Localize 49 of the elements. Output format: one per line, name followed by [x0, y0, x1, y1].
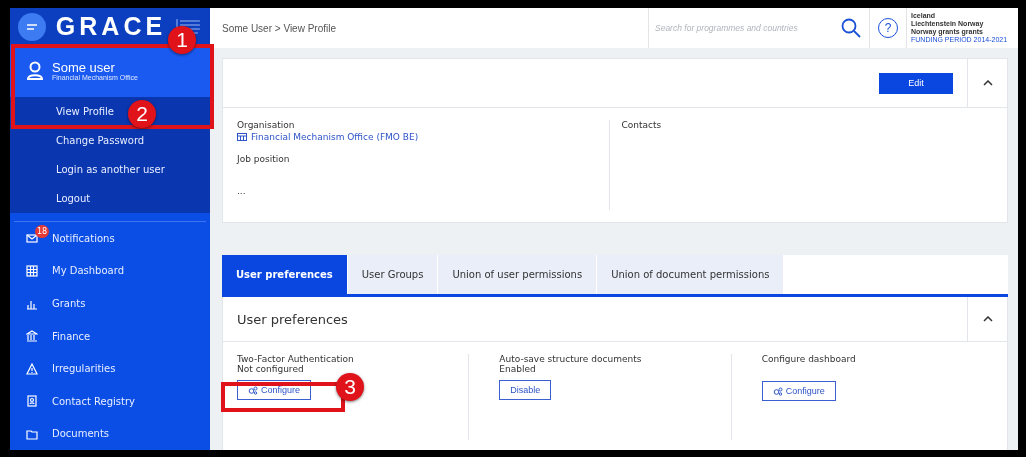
menu-button[interactable] — [18, 12, 46, 41]
collapse-icon — [982, 316, 993, 322]
menu-icon — [25, 22, 38, 31]
nav-item[interactable]: Irregularities — [10, 352, 210, 385]
notification-badge: 18 — [35, 225, 49, 239]
nav-item[interactable]: Contact Registry — [10, 384, 210, 418]
breadcrumb: Some User > View Profile — [221, 22, 338, 34]
nav-item[interactable]: My Dashboard — [10, 254, 210, 288]
warning-icon — [26, 362, 38, 375]
bank-icon — [26, 330, 38, 343]
gears-icon — [248, 385, 258, 395]
building-icon — [237, 133, 247, 141]
nav-item[interactable]: Documents — [10, 417, 210, 450]
preference-status: Enabled — [499, 364, 536, 374]
grid-icon — [26, 264, 38, 277]
user-menu-item[interactable]: Login as another user — [56, 157, 165, 181]
preference-label: Auto-save structure documents — [499, 354, 642, 364]
tab[interactable]: User preferences — [222, 255, 348, 294]
preference-status: Not configured — [237, 364, 304, 374]
preference-button[interactable]: Disable — [499, 380, 552, 400]
collapse-icon — [982, 80, 993, 86]
edit-button[interactable]: Edit — [879, 72, 953, 94]
organisation-link[interactable]: Financial Mechanism Office (FMO BE) — [237, 132, 609, 142]
user-menu-item[interactable]: View Profile — [56, 99, 114, 123]
section-title: User preferences — [236, 311, 349, 327]
field-label: Organisation — [237, 120, 296, 130]
tab[interactable]: Union of document permissions — [597, 255, 785, 294]
help-button[interactable]: ? — [878, 18, 898, 38]
preference-label: Two-Factor Authentication — [237, 354, 354, 364]
search-icon — [841, 18, 861, 38]
tab[interactable]: Union of user permissions — [438, 255, 598, 294]
user-menu-item[interactable]: Change Password — [56, 128, 145, 152]
user-menu-item[interactable]: Logout — [56, 186, 91, 210]
nav-item[interactable]: 18 Notifications — [10, 222, 210, 255]
preference-label: Configure dashboard — [761, 354, 856, 364]
mail-icon — [26, 232, 38, 245]
user-name[interactable]: Some user — [52, 61, 138, 75]
brand-logo: GRACE — [55, 12, 167, 42]
field-label: Job position — [237, 154, 291, 164]
preference-button[interactable]: Configure — [761, 381, 836, 401]
tab[interactable]: User Groups — [347, 255, 439, 294]
nav-item[interactable]: Grants — [10, 287, 210, 320]
field-value: ... — [237, 186, 247, 196]
user-icon — [26, 61, 44, 82]
field-label: Contacts — [621, 120, 663, 130]
gears-icon — [772, 386, 783, 396]
contact-card-icon — [26, 395, 38, 408]
nav-item[interactable]: Finance — [10, 319, 210, 353]
folder-icon — [26, 427, 38, 440]
